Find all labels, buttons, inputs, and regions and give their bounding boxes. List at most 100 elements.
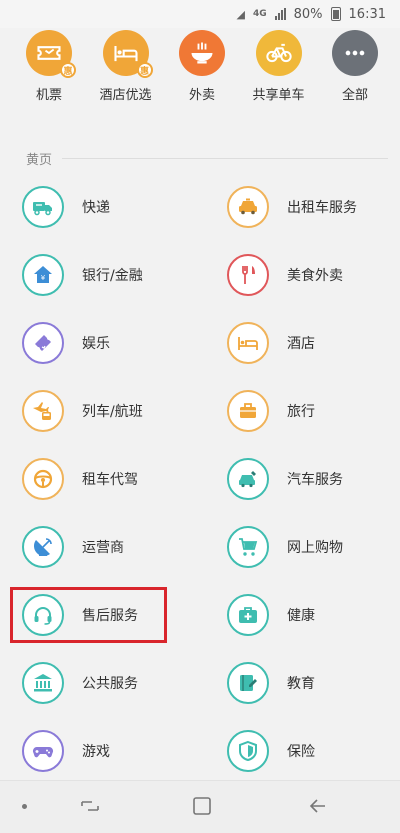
service-bank[interactable]: ¥ 银行/金融 xyxy=(22,241,217,309)
service-ring xyxy=(22,662,64,704)
quick-item-bike[interactable]: 共享单车 xyxy=(246,28,312,108)
wifi-icon: ◢ xyxy=(236,7,245,21)
service-train-flight[interactable]: 列车/航班 xyxy=(22,377,217,445)
network-label: 4G xyxy=(252,9,267,19)
service-ring xyxy=(227,662,269,704)
service-ring: ¥ xyxy=(22,254,64,296)
quick-item-label: 共享单车 xyxy=(252,88,305,103)
discount-badge: 惠 xyxy=(60,62,76,78)
bed-icon xyxy=(238,337,258,350)
service-label: 网上购物 xyxy=(287,540,343,556)
services-row: 列车/航班 旅行 xyxy=(0,377,400,445)
signal-icon xyxy=(274,8,286,20)
services-row: 租车代驾 汽车服务 xyxy=(0,445,400,513)
service-ring xyxy=(22,458,64,500)
services-row: 运营商 网上购物 xyxy=(0,513,400,581)
quick-item-circle xyxy=(332,30,378,76)
service-car-service[interactable]: 汽车服务 xyxy=(227,445,400,513)
steering-wheel-icon xyxy=(33,469,53,489)
quick-item-label: 外卖 xyxy=(188,88,215,103)
quick-item-circle: 惠 xyxy=(102,30,153,78)
service-label: 美食外卖 xyxy=(287,268,343,284)
service-car-rental[interactable]: 租车代驾 xyxy=(22,445,217,513)
service-health[interactable]: 健康 xyxy=(227,581,400,649)
service-label: 酒店 xyxy=(287,336,315,352)
service-food[interactable]: 美食外卖 xyxy=(227,241,400,309)
quick-item-flight[interactable]: 惠 机票 xyxy=(16,28,82,108)
service-ring xyxy=(227,458,269,500)
service-insurance[interactable]: 保险 xyxy=(227,717,400,785)
service-entertainment[interactable]: 娱乐 xyxy=(22,309,217,377)
service-hotel[interactable]: 酒店 xyxy=(227,309,400,377)
ticket-star-icon xyxy=(35,335,51,351)
discount-badge: 惠 xyxy=(136,62,153,78)
shield-icon xyxy=(239,740,257,762)
service-ring xyxy=(22,322,64,364)
service-label: 出租车服务 xyxy=(287,200,357,216)
service-ring xyxy=(227,730,269,772)
quick-item-label: 全部 xyxy=(341,88,368,103)
service-label: 运营商 xyxy=(82,540,124,556)
plane-train-icon xyxy=(33,402,51,420)
bank-house-icon: ¥ xyxy=(34,266,52,283)
medical-kit-icon xyxy=(239,607,257,623)
service-shopping[interactable]: 网上购物 xyxy=(227,513,400,581)
recent-apps-icon[interactable] xyxy=(79,795,101,817)
service-taxi[interactable]: 出租车服务 xyxy=(227,173,400,241)
service-public[interactable]: 公共服务 xyxy=(22,649,217,717)
service-label: 保险 xyxy=(287,744,315,760)
service-ring xyxy=(227,186,269,228)
battery-icon xyxy=(330,7,341,21)
highlight-box xyxy=(10,587,167,643)
satellite-dish-icon xyxy=(34,538,52,556)
bed-icon xyxy=(113,46,138,62)
section-divider xyxy=(62,157,388,159)
luggage-icon xyxy=(240,403,256,418)
taxi-icon xyxy=(239,198,257,215)
services-row: 快递 出租车服务 xyxy=(0,173,400,241)
service-label: 公共服务 xyxy=(82,676,138,692)
services-row: 游戏 保险 xyxy=(0,717,400,785)
back-icon[interactable] xyxy=(307,795,329,817)
service-label: 旅行 xyxy=(287,404,315,420)
services-row: 娱乐 酒店 xyxy=(0,309,400,377)
service-label: 列车/航班 xyxy=(82,404,143,420)
navigation-bar xyxy=(0,780,400,833)
service-label: 健康 xyxy=(287,608,315,624)
quick-item-label: 机票 xyxy=(35,88,62,103)
book-pen-icon xyxy=(240,675,257,691)
service-label: 娱乐 xyxy=(82,336,110,352)
clock: 16:31 xyxy=(348,6,386,22)
bowl-icon xyxy=(191,42,213,64)
service-games[interactable]: 游戏 xyxy=(22,717,217,785)
quick-item-all[interactable]: 全部 xyxy=(322,28,388,108)
quick-item-takeout[interactable]: 外卖 xyxy=(169,28,235,108)
service-ring xyxy=(227,254,269,296)
service-education[interactable]: 教育 xyxy=(227,649,400,717)
svg-text:¥: ¥ xyxy=(41,274,46,282)
quick-access-row: 惠 机票 惠 酒店优选 外卖 共享单车 全部 xyxy=(0,28,400,108)
ticket-icon xyxy=(37,46,61,60)
truck-icon xyxy=(33,202,52,216)
service-carrier[interactable]: 运营商 xyxy=(22,513,217,581)
service-ring xyxy=(227,526,269,568)
status-bar: ◢ 4G 80% 16:31 xyxy=(0,0,400,28)
yellow-pages-header: 黄页 xyxy=(26,148,388,168)
service-ring xyxy=(22,526,64,568)
home-icon[interactable] xyxy=(191,795,213,817)
services-row: ¥ 银行/金融 美食外卖 xyxy=(0,241,400,309)
service-travel[interactable]: 旅行 xyxy=(227,377,400,445)
service-label: 快递 xyxy=(82,200,110,216)
service-label: 汽车服务 xyxy=(287,472,343,488)
more-icon xyxy=(345,50,365,56)
quick-item-circle xyxy=(179,30,225,76)
service-ring xyxy=(22,186,64,228)
service-ring xyxy=(227,390,269,432)
battery-percent: 80% xyxy=(293,6,323,22)
government-building-icon xyxy=(34,674,52,692)
quick-item-hotel[interactable]: 惠 酒店优选 xyxy=(93,28,159,108)
service-express[interactable]: 快递 xyxy=(22,173,217,241)
shopping-cart-icon xyxy=(239,538,258,556)
service-label: 教育 xyxy=(287,676,315,692)
quick-item-label: 酒店优选 xyxy=(99,88,152,103)
